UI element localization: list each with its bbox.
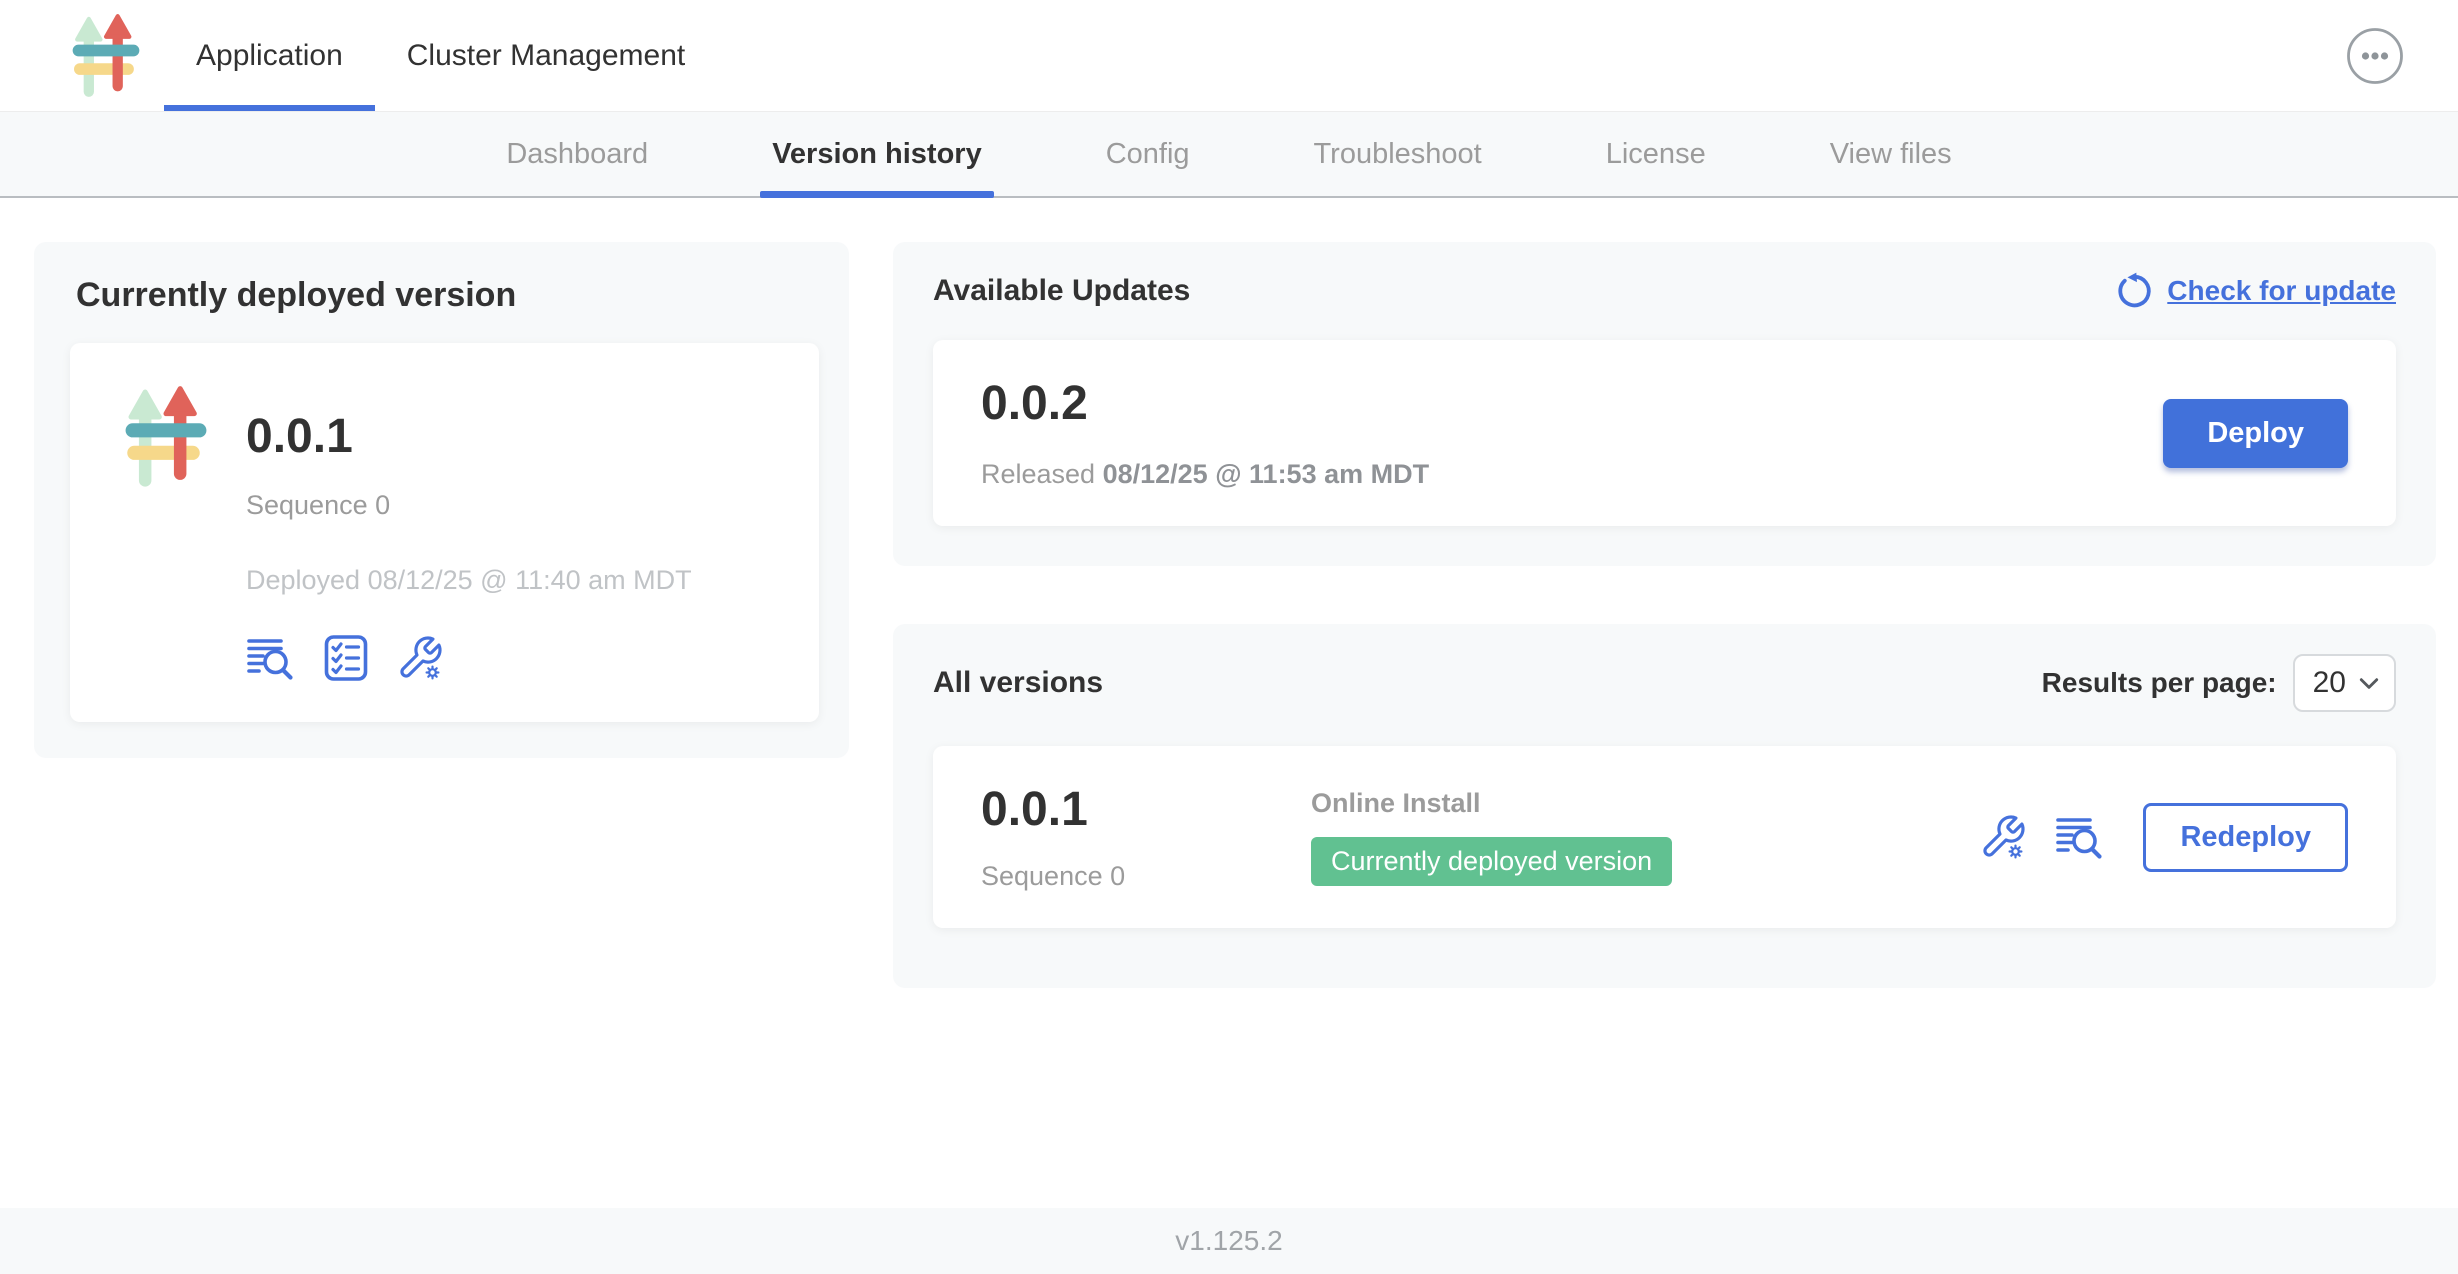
tab-version-history-label: Version history (772, 138, 982, 171)
deployed-version-details: 0.0.1 Sequence 0 Deployed 08/12/25 @ 11:… (246, 383, 692, 682)
tab-dashboard-label: Dashboard (506, 138, 648, 171)
tab-view-files[interactable]: View files (1830, 112, 1952, 196)
tab-application[interactable]: Application (164, 0, 375, 111)
released-label: Released (981, 459, 1095, 489)
overflow-menu-button[interactable] (2346, 0, 2404, 111)
tab-license[interactable]: License (1606, 112, 1706, 196)
app-logo-large (116, 383, 216, 682)
results-per-page-select[interactable]: 20 (2293, 654, 2396, 712)
tab-cluster-management-label: Cluster Management (407, 39, 685, 73)
release-notes-icon[interactable] (2055, 813, 2105, 861)
redeploy-button[interactable]: Redeploy (2143, 803, 2348, 872)
released-date: 08/12/25 @ 11:53 am MDT (1103, 459, 1430, 489)
main-content: Currently deployed version 0.0.1 Sequenc… (0, 198, 2458, 1208)
app-logo[interactable] (0, 0, 150, 111)
tab-view-files-label: View files (1830, 138, 1952, 171)
available-updates-title: Available Updates (933, 274, 1190, 308)
tab-dashboard[interactable]: Dashboard (506, 112, 648, 196)
refresh-icon (2117, 272, 2155, 310)
deployed-version-actions (246, 634, 692, 682)
update-released-line: Released 08/12/25 @ 11:53 am MDT (981, 459, 1429, 490)
row-sequence: Sequence 0 (981, 861, 1311, 892)
top-nav-spacer (717, 0, 2346, 111)
all-versions-title: All versions (933, 666, 1103, 700)
row-version-number: 0.0.1 (981, 782, 1311, 837)
all-versions-header: All versions Results per page: 20 (933, 654, 2396, 712)
currently-deployed-badge: Currently deployed version (1311, 837, 1672, 886)
currently-deployed-card: Currently deployed version 0.0.1 Sequenc… (34, 242, 849, 758)
results-per-page-label: Results per page: (2042, 667, 2277, 699)
release-notes-icon[interactable] (246, 634, 296, 682)
ellipsis-menu-icon (2346, 27, 2404, 85)
deployed-version-number: 0.0.1 (246, 409, 692, 464)
version-row: 0.0.1 Sequence 0 Online Install Currentl… (933, 746, 2396, 928)
results-per-page-value: 20 (2313, 666, 2346, 700)
check-for-update-link[interactable]: Check for update (2117, 272, 2396, 310)
results-per-page: Results per page: 20 (2042, 654, 2396, 712)
edit-config-icon[interactable] (396, 634, 444, 682)
app-sub-nav: Dashboard Version history Config Trouble… (0, 112, 2458, 198)
tab-troubleshoot[interactable]: Troubleshoot (1314, 112, 1482, 196)
update-row: 0.0.2 Released 08/12/25 @ 11:53 am MDT D… (933, 340, 2396, 526)
deployed-timestamp: Deployed 08/12/25 @ 11:40 am MDT (246, 565, 692, 596)
app-logo-icon (116, 383, 216, 491)
console-version: v1.125.2 (1175, 1225, 1282, 1257)
deployed-sequence: Sequence 0 (246, 490, 692, 521)
page-footer: v1.125.2 (0, 1208, 2458, 1274)
available-updates-header: Available Updates Check for update (933, 272, 2396, 310)
tab-application-label: Application (196, 39, 343, 73)
check-for-update-label: Check for update (2167, 275, 2396, 307)
version-row-version: 0.0.1 Sequence 0 (981, 782, 1311, 892)
deploy-button[interactable]: Deploy (2163, 399, 2348, 468)
app-logo-icon (62, 12, 150, 100)
all-versions-card: All versions Results per page: 20 0.0.1 … (893, 624, 2436, 988)
tab-config-label: Config (1106, 138, 1190, 171)
tab-version-history[interactable]: Version history (772, 112, 982, 196)
version-row-status: Online Install Currently deployed versio… (1311, 788, 1672, 886)
currently-deployed-title: Currently deployed version (70, 276, 819, 315)
update-details: 0.0.2 Released 08/12/25 @ 11:53 am MDT (981, 376, 1429, 490)
top-nav: Application Cluster Management (0, 0, 2458, 112)
tab-config[interactable]: Config (1106, 112, 1190, 196)
version-row-actions (1979, 813, 2105, 861)
tab-troubleshoot-label: Troubleshoot (1314, 138, 1482, 171)
right-column: Available Updates Check for update 0.0.2… (893, 242, 2436, 988)
update-version-number: 0.0.2 (981, 376, 1429, 431)
edit-config-icon[interactable] (1979, 813, 2027, 861)
available-updates-card: Available Updates Check for update 0.0.2… (893, 242, 2436, 566)
deployed-version-panel: 0.0.1 Sequence 0 Deployed 08/12/25 @ 11:… (70, 343, 819, 722)
install-type: Online Install (1311, 788, 1672, 819)
tab-license-label: License (1606, 138, 1706, 171)
chevron-down-icon (2358, 675, 2380, 691)
tab-cluster-management[interactable]: Cluster Management (375, 0, 717, 111)
preflight-checks-icon[interactable] (322, 634, 370, 682)
